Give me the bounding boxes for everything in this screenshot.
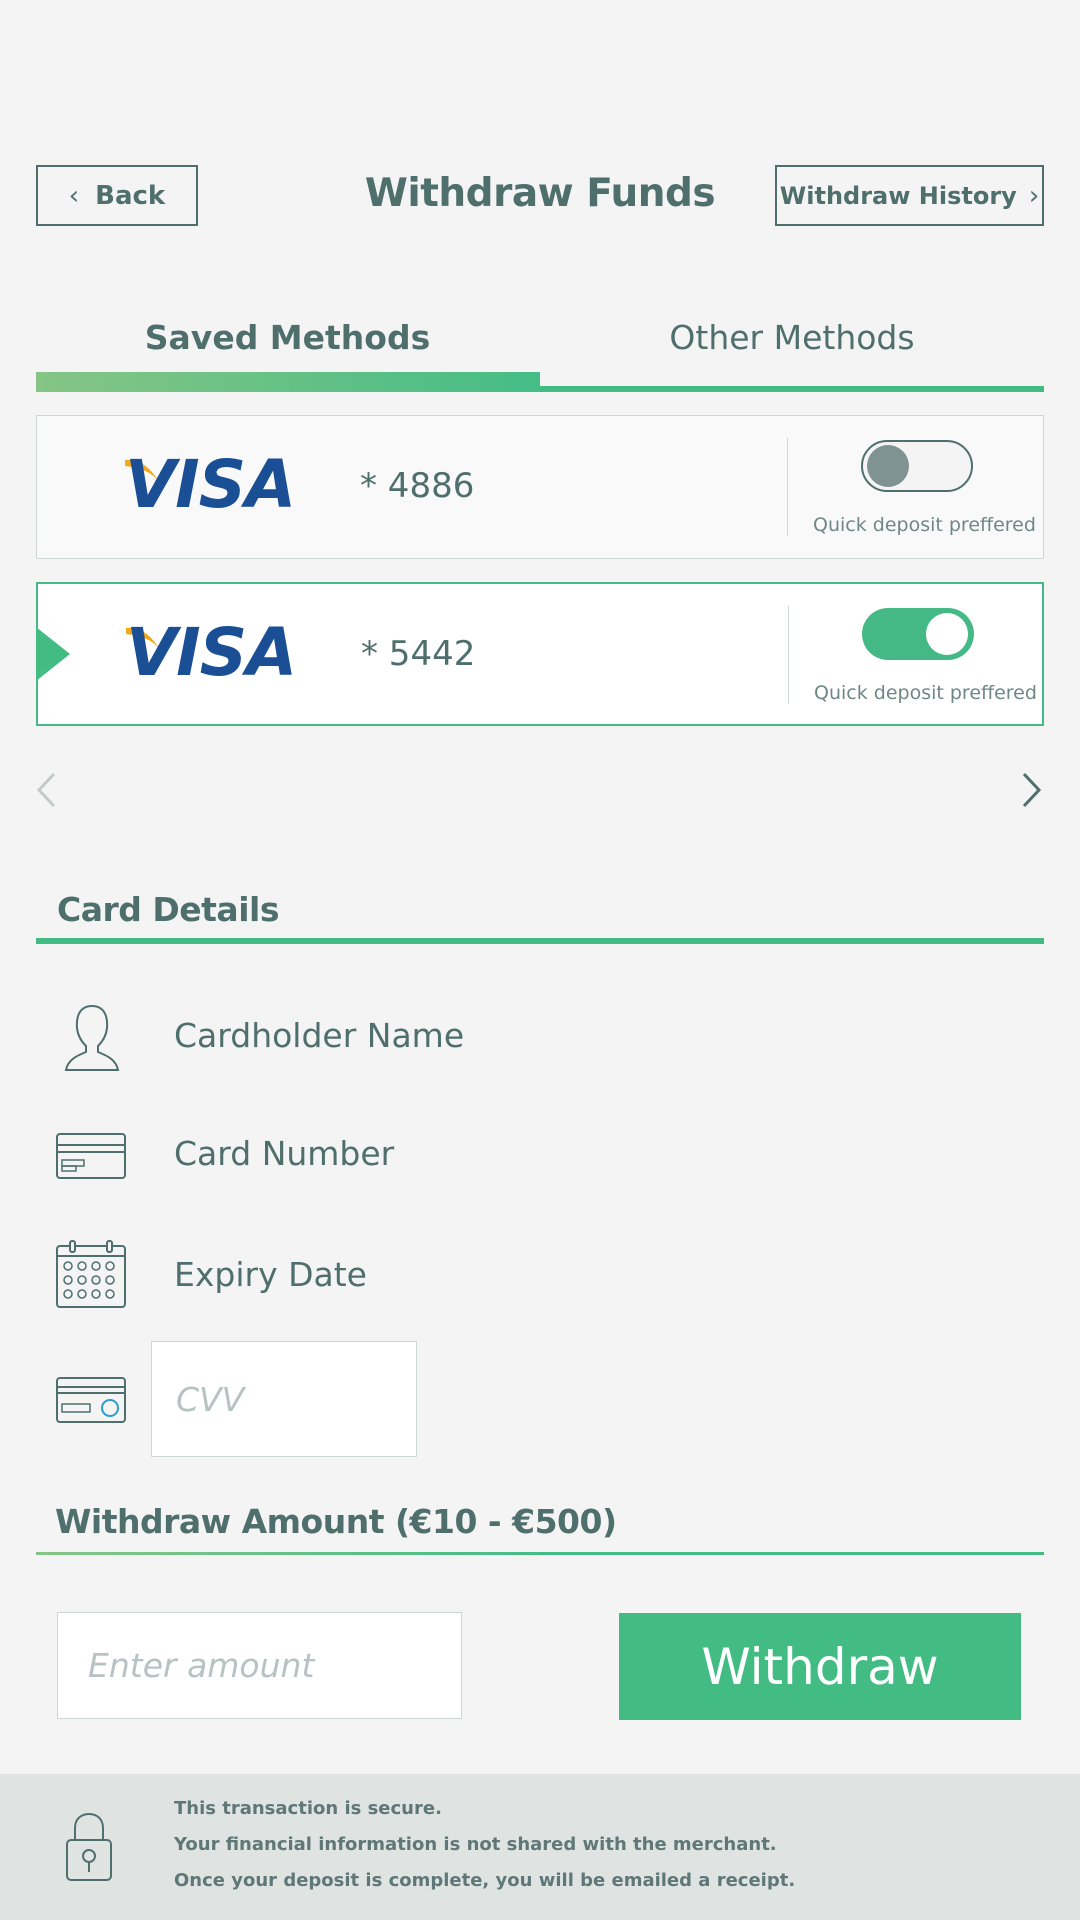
quick-deposit-label: Quick deposit preffered <box>813 514 1036 536</box>
carousel-prev-icon[interactable] <box>36 772 56 808</box>
footer-secure-text: This transaction is secure. <box>174 1798 442 1819</box>
quick-deposit-label: Quick deposit preffered <box>814 682 1037 704</box>
toggle-knob <box>867 445 909 487</box>
cvv-input[interactable]: CVV <box>151 1341 417 1457</box>
withdraw-amount-heading: Withdraw Amount (€10 - €500) <box>55 1502 617 1541</box>
section-underline <box>540 1552 1044 1555</box>
credit-card-icon <box>56 1133 126 1179</box>
expiry-date-field[interactable]: Expiry Date <box>174 1255 367 1294</box>
chevron-right-icon: › <box>1028 180 1040 211</box>
quick-deposit-toggle[interactable] <box>861 440 973 492</box>
calendar-icon <box>56 1240 126 1308</box>
divider <box>787 438 788 536</box>
card-number-field[interactable]: Card Number <box>174 1134 394 1173</box>
user-icon <box>64 1004 120 1071</box>
withdraw-button[interactable]: Withdraw <box>619 1613 1021 1720</box>
security-footer: This transaction is secure. Your financi… <box>0 1774 1080 1920</box>
withdraw-history-label: Withdraw History <box>779 181 1017 210</box>
tab-active-indicator <box>36 372 540 392</box>
saved-card-5442[interactable]: VISA * 5442 Quick deposit preffered <box>36 582 1044 726</box>
saved-card-4886[interactable]: VISA * 4886 Quick deposit preffered <box>36 415 1044 559</box>
section-underline <box>36 1552 540 1555</box>
carousel-next-icon[interactable] <box>1022 772 1042 808</box>
card-cvv-icon <box>56 1377 126 1423</box>
toggle-knob <box>926 613 968 655</box>
section-underline <box>36 938 1044 944</box>
footer-receipt-text: Once your deposit is complete, you will … <box>174 1870 796 1891</box>
tab-underline <box>540 386 1044 392</box>
withdraw-history-button[interactable]: Withdraw History › <box>775 165 1044 226</box>
quick-deposit-toggle[interactable] <box>862 608 974 660</box>
lock-icon <box>66 1812 112 1881</box>
amount-input[interactable]: Enter amount <box>57 1612 462 1719</box>
tab-other-methods[interactable]: Other Methods <box>540 318 1044 357</box>
card-number: * 5442 <box>361 634 476 674</box>
divider <box>788 606 789 704</box>
card-details-heading: Card Details <box>57 890 279 929</box>
card-number: * 4886 <box>360 466 475 506</box>
visa-logo: VISA <box>125 446 296 523</box>
selected-indicator-icon <box>36 627 70 681</box>
footer-privacy-text: Your financial information is not shared… <box>174 1834 777 1855</box>
tab-saved-methods[interactable]: Saved Methods <box>36 318 539 357</box>
visa-logo: VISA <box>126 614 297 691</box>
cardholder-name-field[interactable]: Cardholder Name <box>174 1016 464 1055</box>
